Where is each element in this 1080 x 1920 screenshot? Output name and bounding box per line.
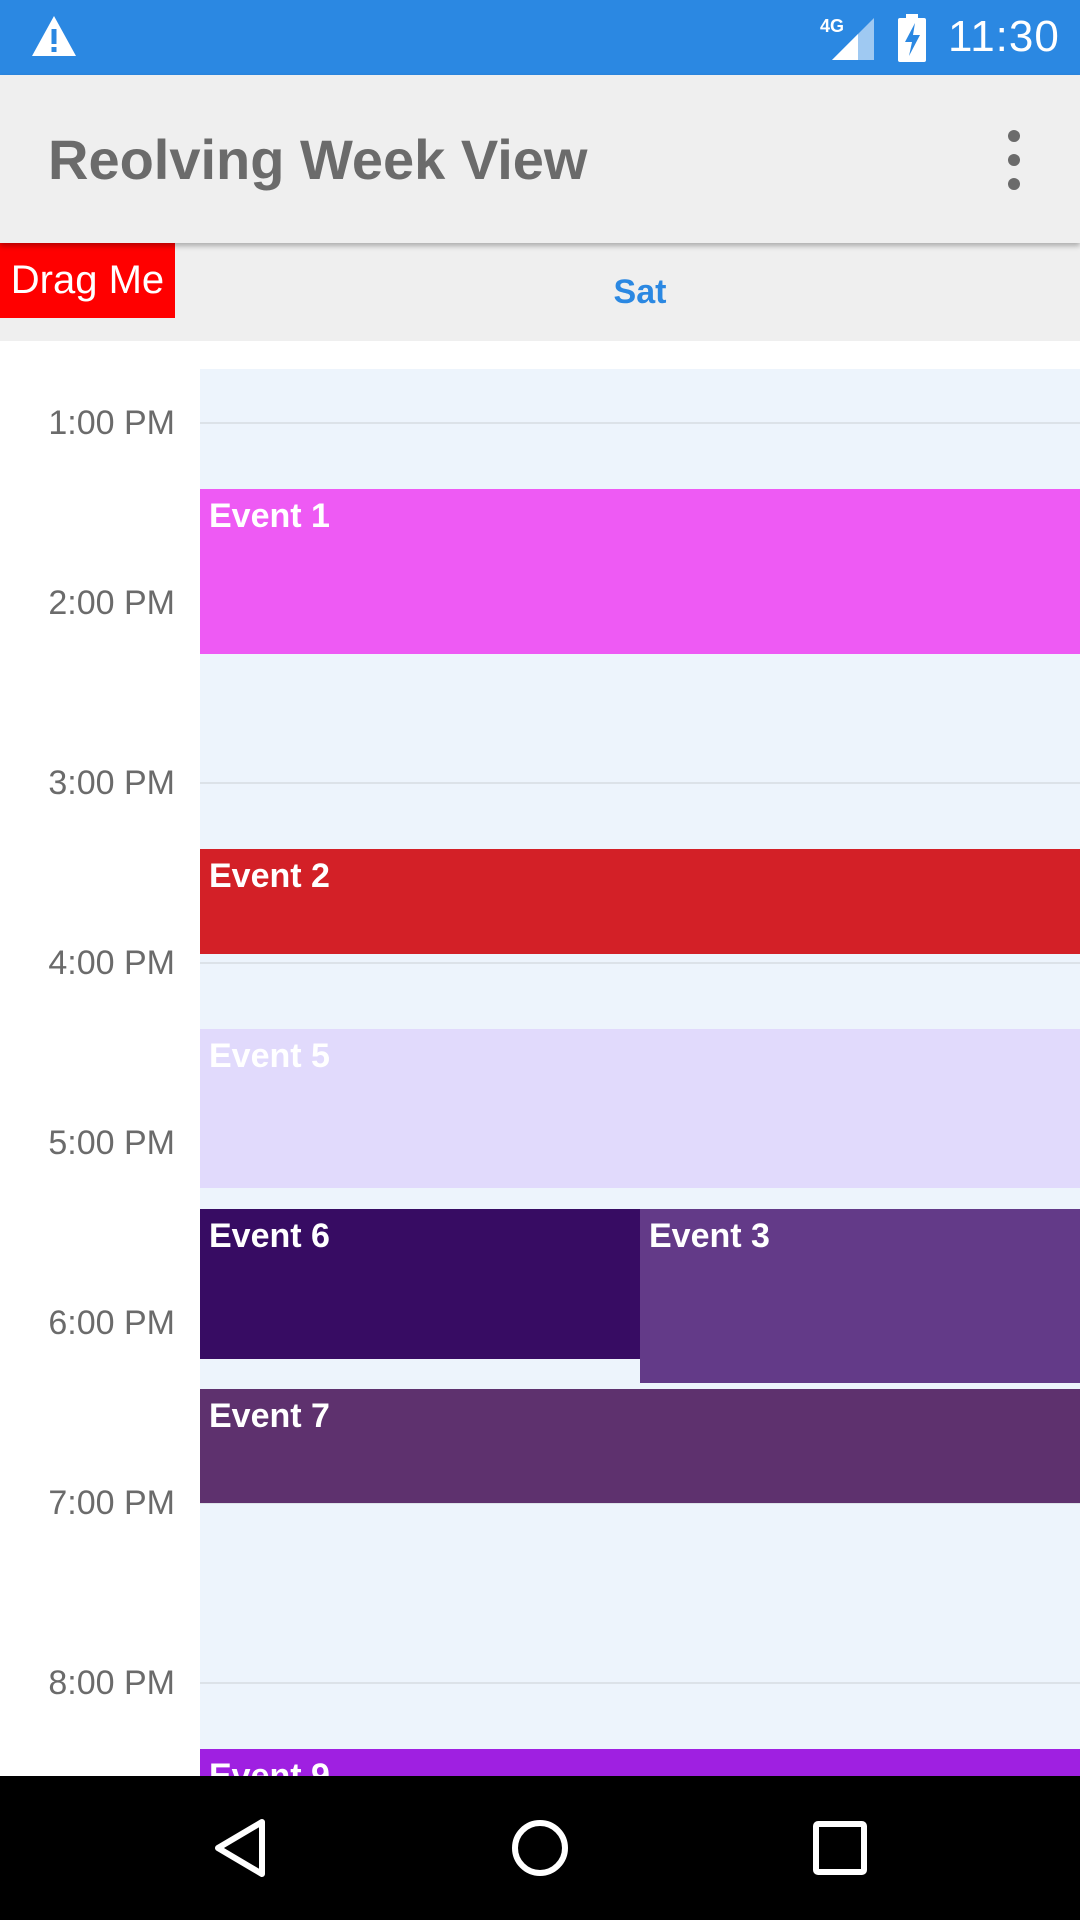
time-label: 3:00 PM bbox=[48, 764, 175, 802]
time-label: 4:00 PM bbox=[48, 944, 175, 982]
time-label: 7:00 PM bbox=[48, 1484, 175, 1522]
event-5[interactable]: Event 5 bbox=[200, 1029, 1080, 1188]
time-label: 8:00 PM bbox=[48, 1664, 175, 1702]
event-2[interactable]: Event 2 bbox=[200, 849, 1080, 954]
status-clock: 11:30 bbox=[948, 12, 1060, 61]
signal-icon: 4G bbox=[820, 16, 874, 60]
day-header: Drag Me Sat bbox=[0, 243, 1080, 341]
time-label: 6:00 PM bbox=[48, 1304, 175, 1342]
warning-icon bbox=[32, 16, 76, 56]
event-1[interactable]: Event 1 bbox=[200, 489, 1080, 654]
network-type: 4G bbox=[820, 16, 844, 36]
page-title: Reolving Week View bbox=[48, 128, 588, 191]
overflow-menu-icon[interactable] bbox=[990, 130, 1038, 190]
event-7[interactable]: Event 7 bbox=[200, 1389, 1080, 1503]
event-9[interactable]: Event 9 bbox=[200, 1749, 1080, 1776]
status-bar: 4G 11:30 bbox=[0, 0, 1080, 75]
navigation-bar bbox=[0, 1776, 1080, 1920]
event-3[interactable]: Event 3 bbox=[640, 1209, 1080, 1383]
hour-line bbox=[200, 422, 1080, 424]
drag-me-button[interactable]: Drag Me bbox=[0, 243, 175, 318]
home-icon[interactable] bbox=[510, 1818, 570, 1878]
app-bar: Reolving Week View bbox=[0, 75, 1080, 243]
hour-line bbox=[200, 1682, 1080, 1684]
time-label: 5:00 PM bbox=[48, 1124, 175, 1162]
battery-charging-icon bbox=[898, 14, 926, 62]
back-icon[interactable] bbox=[210, 1816, 270, 1880]
recents-icon[interactable] bbox=[812, 1820, 868, 1876]
calendar-grid[interactable]: 1:00 PM 2:00 PM 3:00 PM 4:00 PM 5:00 PM … bbox=[0, 341, 1080, 1776]
day-label-sat[interactable]: Sat bbox=[200, 273, 1080, 312]
hour-line bbox=[200, 962, 1080, 964]
time-label: 2:00 PM bbox=[48, 584, 175, 622]
event-6[interactable]: Event 6 bbox=[200, 1209, 640, 1359]
hour-line bbox=[200, 782, 1080, 784]
time-label: 1:00 PM bbox=[48, 404, 175, 442]
